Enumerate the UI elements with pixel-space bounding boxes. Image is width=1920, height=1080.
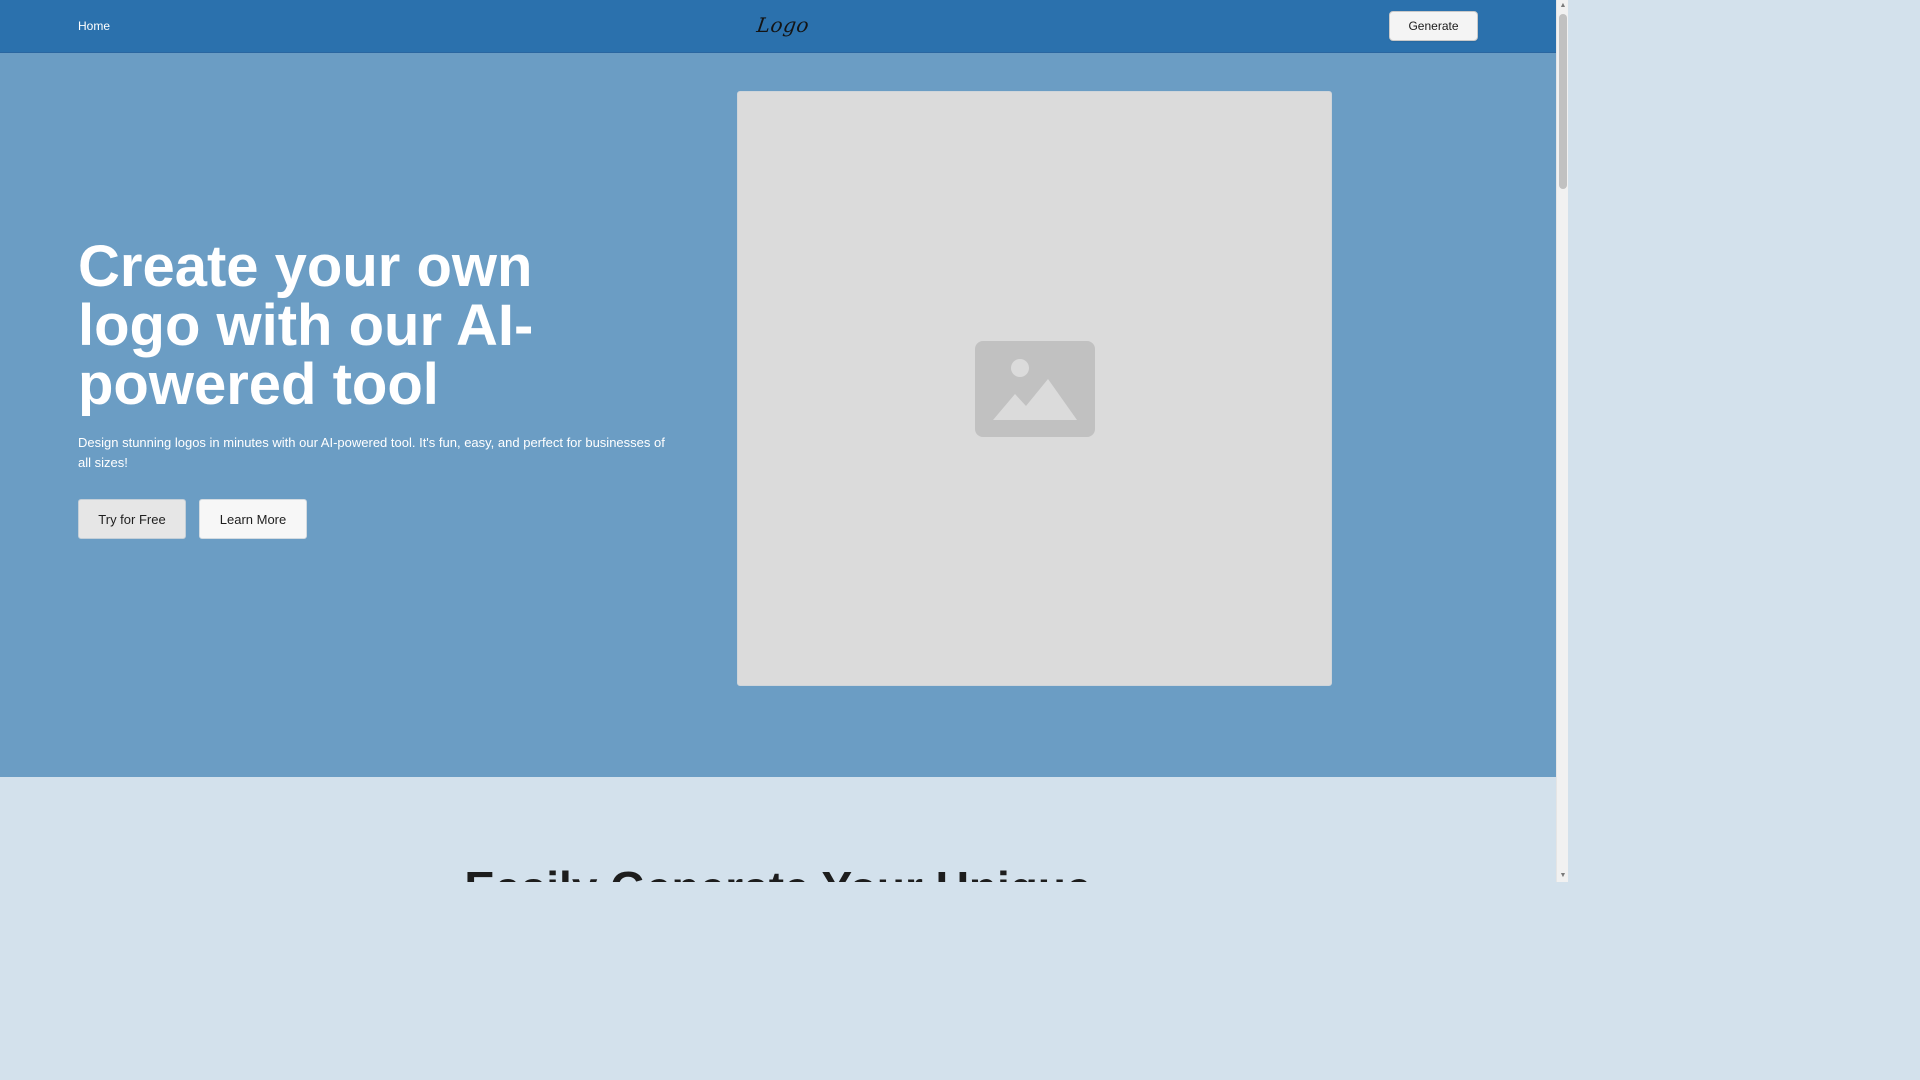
brand-logo[interactable]: Logo xyxy=(755,13,811,37)
try-for-free-button[interactable]: Try for Free xyxy=(78,499,186,539)
learn-more-button[interactable]: Learn More xyxy=(199,499,307,539)
hero-image-placeholder xyxy=(737,91,1332,686)
page: Home Logo Generate Create your own logo … xyxy=(0,0,1556,882)
hero-section: Create your own logo with our AI-powered… xyxy=(0,53,1556,777)
nav-generate-button[interactable]: Generate xyxy=(1389,11,1478,41)
navbar: Home Logo Generate xyxy=(0,0,1556,53)
vertical-scrollbar[interactable]: ▲ ▼ xyxy=(1556,0,1568,882)
scroll-up-arrow-icon[interactable]: ▲ xyxy=(1559,1,1567,11)
nav-home-link[interactable]: Home xyxy=(78,18,110,34)
hero-title: Create your own logo with our AI-powered… xyxy=(78,234,534,417)
hero-subtitle: Design stunning logos in minutes with ou… xyxy=(78,435,665,470)
features-section: Easily Generate Your Unique xyxy=(0,777,1556,882)
scrollbar-thumb[interactable] xyxy=(1559,14,1567,189)
scroll-down-arrow-icon[interactable]: ▼ xyxy=(1559,871,1567,881)
image-placeholder-icon xyxy=(975,341,1095,437)
section-title: Easily Generate Your Unique xyxy=(0,863,1556,882)
